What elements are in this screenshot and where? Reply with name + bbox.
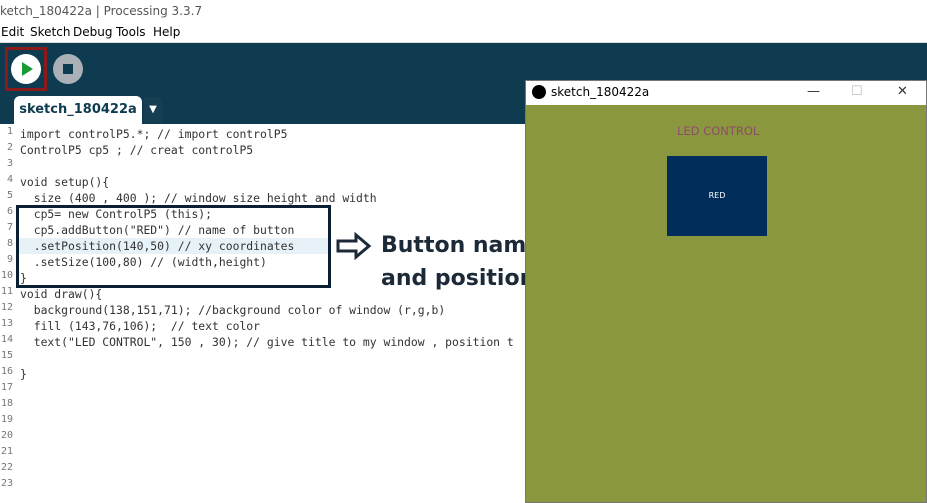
red-button[interactable]: RED — [667, 156, 767, 236]
tab-menu-chevron-icon[interactable]: ▼ — [144, 97, 162, 123]
line-number: 13 — [0, 318, 13, 329]
tab-sketch[interactable]: sketch_180422a — [14, 96, 142, 124]
stop-icon — [63, 64, 73, 74]
line-number: 21 — [0, 446, 13, 457]
processing-icon — [532, 85, 546, 99]
title-bar: ketch_180422a | Processing 3.3.7 — [0, 0, 927, 24]
menu-debug[interactable]: Debug — [73, 25, 112, 39]
line-number: 9 — [6, 254, 13, 265]
line-number: 5 — [6, 190, 13, 201]
line-number: 7 — [6, 222, 13, 233]
code-line: void setup(){ — [20, 175, 110, 189]
play-icon — [22, 62, 33, 76]
line-number: 6 — [6, 206, 13, 217]
arrow-right-icon — [336, 232, 372, 260]
highlight-box — [16, 205, 331, 288]
menu-sketch[interactable]: Sketch — [30, 25, 70, 39]
line-number: 20 — [0, 430, 13, 441]
window-title: ketch_180422a | Processing 3.3.7 — [0, 4, 203, 18]
line-number: 16 — [0, 366, 13, 377]
maximize-icon[interactable]: ☐ — [851, 84, 863, 99]
line-number: 12 — [0, 302, 13, 313]
menu-bar: Edit Sketch Debug Tools Help — [0, 24, 927, 43]
code-line: text("LED CONTROL", 150 , 30); // give t… — [20, 335, 514, 349]
line-number: 4 — [6, 174, 13, 185]
code-line: void draw(){ — [20, 287, 103, 301]
annotation-line-1: Button name — [381, 233, 542, 258]
line-number: 15 — [0, 350, 13, 361]
line-number: 19 — [0, 414, 13, 425]
line-number: 2 — [6, 142, 13, 153]
line-number: 14 — [0, 334, 13, 345]
line-number: 1 — [6, 126, 13, 137]
line-number: 23 — [0, 478, 13, 489]
code-editor[interactable]: import controlP5.*; // import controlP5 … — [16, 124, 526, 503]
line-number: 11 — [0, 286, 13, 297]
sketch-window-titlebar: sketch_180422a — ☐ ✕ — [526, 81, 926, 105]
menu-edit[interactable]: Edit — [1, 25, 24, 39]
code-line: import controlP5.*; // import controlP5 — [20, 127, 288, 141]
canvas-title: LED CONTROL — [677, 124, 760, 138]
line-number: 8 — [6, 238, 13, 249]
minimize-icon[interactable]: — — [807, 84, 820, 99]
code-line: fill (143,76,106); // text color — [20, 319, 261, 333]
line-number: 18 — [0, 398, 13, 409]
run-button[interactable] — [11, 54, 41, 84]
menu-help[interactable]: Help — [153, 25, 180, 39]
line-number: 3 — [6, 158, 13, 169]
close-icon[interactable]: ✕ — [897, 84, 908, 99]
line-number: 17 — [0, 382, 13, 393]
code-line: background(138,151,71); //background col… — [20, 303, 446, 317]
stop-button[interactable] — [53, 54, 83, 84]
line-number-gutter: 1 2 3 4 5 6 7 8 9 10 11 12 13 14 15 16 1… — [0, 124, 16, 503]
code-line: size (400 , 400 ); // window size height… — [20, 191, 377, 205]
sketch-window-title: sketch_180422a — [551, 85, 650, 99]
line-number: 10 — [0, 270, 13, 281]
code-line: ControlP5 cp5 ; // creat controlP5 — [20, 143, 254, 157]
line-number: 22 — [0, 462, 13, 473]
code-line: } — [20, 367, 27, 381]
sketch-window: sketch_180422a — ☐ ✕ LED CONTROL RED — [525, 80, 927, 503]
annotation-line-2: and position — [381, 266, 536, 291]
menu-tools[interactable]: Tools — [116, 25, 146, 39]
